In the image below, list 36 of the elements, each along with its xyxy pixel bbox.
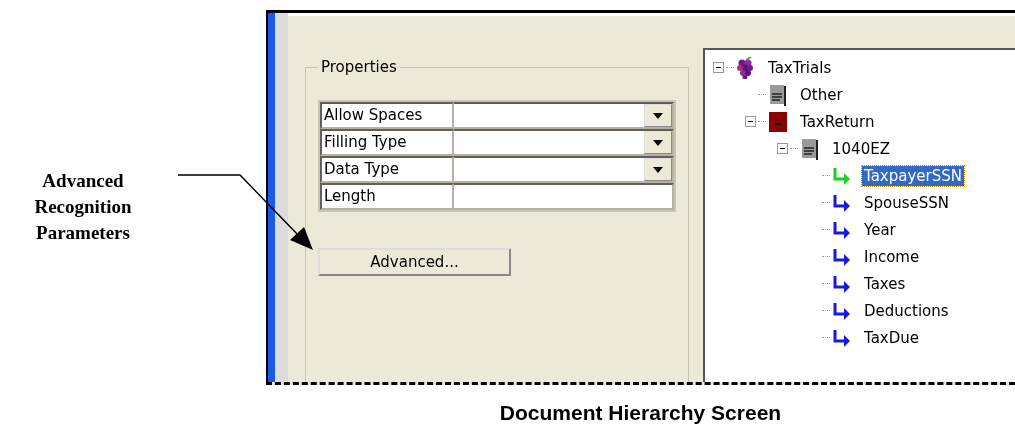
figure-caption: Document Hierarchy Screen xyxy=(498,401,783,425)
tree-item[interactable]: SpouseSSN xyxy=(862,192,952,213)
dropdown-field[interactable] xyxy=(454,156,674,183)
property-label: Filling Type xyxy=(320,129,454,156)
property-label: Allow Spaces xyxy=(320,102,454,129)
document-icon xyxy=(800,137,820,160)
tree-item[interactable]: 1040EZ xyxy=(830,138,892,159)
property-label: Length xyxy=(320,183,454,210)
tree-item[interactable]: Year xyxy=(862,219,898,240)
dropdown-button[interactable] xyxy=(644,104,672,127)
dropdown-field[interactable] xyxy=(454,129,674,156)
property-label: Data Type xyxy=(320,156,454,183)
document-icon xyxy=(768,83,788,106)
tree-item[interactable]: TaxpayerSSN xyxy=(862,165,964,186)
tree-item[interactable]: TaxTrials xyxy=(766,57,834,78)
dropdown-button[interactable] xyxy=(644,131,672,154)
caret-icon xyxy=(653,139,663,146)
tree-item[interactable]: TaxDue xyxy=(862,327,922,348)
input-field[interactable] xyxy=(454,183,674,210)
dropdown-field[interactable] xyxy=(454,102,674,129)
caret-icon xyxy=(653,112,663,119)
tree-item[interactable]: TaxReturn xyxy=(798,111,877,132)
caret-icon xyxy=(653,166,663,173)
tree-item[interactable]: Other xyxy=(798,84,845,105)
grapes-icon xyxy=(736,56,756,79)
tree-item[interactable]: Deductions xyxy=(862,300,951,321)
collapse-box[interactable] xyxy=(777,143,788,154)
tree-item[interactable]: Taxes xyxy=(862,273,908,294)
book-icon xyxy=(768,110,788,133)
annotation-label: Advanced Recognition Parameters xyxy=(33,169,133,245)
collapse-box[interactable] xyxy=(745,116,756,127)
tree-item[interactable]: Income xyxy=(862,246,922,267)
group-title: Properties xyxy=(320,58,398,76)
dropdown-button[interactable] xyxy=(644,158,672,181)
collapse-box[interactable] xyxy=(713,62,724,73)
advanced-button[interactable]: Advanced... xyxy=(318,248,511,276)
